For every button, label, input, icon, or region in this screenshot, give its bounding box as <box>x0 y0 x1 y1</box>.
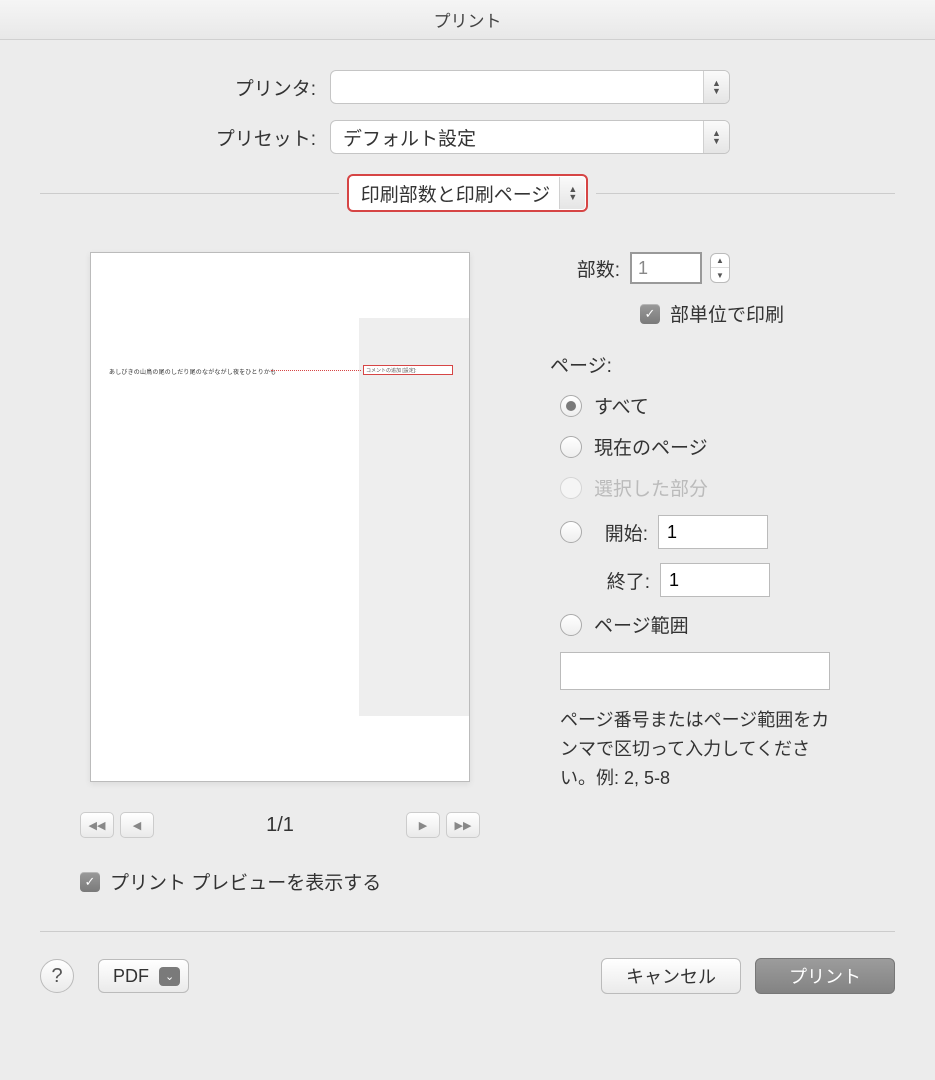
preset-value: デフォルト設定 <box>343 124 476 151</box>
radio-current-page[interactable] <box>560 436 582 458</box>
help-icon: ? <box>51 965 62 988</box>
prev-page-button[interactable]: ◀ <box>120 812 154 838</box>
preview-comment-connector <box>271 370 361 371</box>
cancel-button[interactable]: キャンセル <box>601 958 741 994</box>
page-range-hint: ページ番号またはページ範囲をカンマで区切って入力してください。例: 2, 5-8 <box>550 706 840 792</box>
next-page-button[interactable]: ▶ <box>406 812 440 838</box>
divider <box>40 931 895 932</box>
divider <box>40 193 339 194</box>
chevron-updown-icon: ▲▼ <box>703 121 729 153</box>
pdf-menu-button[interactable]: PDF ⌄ <box>98 959 189 993</box>
radio-all-label: すべて <box>594 392 649 419</box>
divider <box>596 193 895 194</box>
stepper-down-icon: ▼ <box>711 268 729 282</box>
radio-from-to[interactable] <box>560 521 582 543</box>
start-label: 開始: <box>592 519 648 546</box>
end-page-input[interactable] <box>660 563 770 597</box>
preset-label: プリセット: <box>40 124 330 151</box>
chevron-updown-icon: ▲▼ <box>703 71 729 103</box>
copies-label: 部数: <box>550 255 630 282</box>
radio-all-pages[interactable] <box>560 395 582 417</box>
copies-input[interactable] <box>630 252 702 284</box>
printer-select[interactable]: ▲▼ <box>330 70 730 104</box>
left-icon: ◀ <box>133 819 141 832</box>
check-icon: ✓ <box>85 874 96 890</box>
radio-page-range-label: ページ範囲 <box>594 611 689 638</box>
collate-checkbox[interactable]: ✓ <box>640 304 660 324</box>
pane-value: 印刷部数と印刷ページ <box>361 180 551 207</box>
chevron-updown-icon: ▲▼ <box>559 177 585 209</box>
start-page-input[interactable] <box>658 515 768 549</box>
preset-select[interactable]: デフォルト設定 ▲▼ <box>330 120 730 154</box>
last-page-button[interactable]: ▶▶ <box>446 812 480 838</box>
stepper-up-icon: ▲ <box>711 254 729 268</box>
help-button[interactable]: ? <box>40 959 74 993</box>
preview-comment-box: コメントの追加 [設定]: <box>363 365 453 375</box>
first-page-button[interactable]: ◀◀ <box>80 812 114 838</box>
print-preview-page: あしびきの山鳥の尾のしだり尾のながながし夜をひとりかも コメントの追加 [設定]… <box>90 252 470 782</box>
double-right-icon: ▶▶ <box>455 819 472 832</box>
radio-page-range[interactable] <box>560 614 582 636</box>
check-icon: ✓ <box>645 306 656 322</box>
right-icon: ▶ <box>419 819 427 832</box>
radio-selection-label: 選択した部分 <box>594 474 708 501</box>
page-indicator: 1/1 <box>266 814 294 837</box>
copies-stepper[interactable]: ▲ ▼ <box>710 253 730 283</box>
radio-selection <box>560 477 582 499</box>
settings-pane-select[interactable]: 印刷部数と印刷ページ ▲▼ <box>347 174 589 212</box>
print-label: プリント <box>789 963 861 989</box>
preview-body-text: あしびきの山鳥の尾のしだり尾のながながし夜をひとりかも <box>109 367 276 376</box>
end-label: 終了: <box>594 567 650 594</box>
radio-current-label: 現在のページ <box>594 433 708 460</box>
collate-label: 部単位で印刷 <box>670 300 784 327</box>
show-preview-checkbox[interactable]: ✓ <box>80 872 100 892</box>
chevron-down-icon: ⌄ <box>159 967 180 986</box>
double-left-icon: ◀◀ <box>89 819 106 832</box>
print-button[interactable]: プリント <box>755 958 895 994</box>
show-preview-label: プリント プレビューを表示する <box>110 868 381 895</box>
pages-heading: ページ: <box>550 351 895 378</box>
cancel-label: キャンセル <box>626 963 716 989</box>
page-range-input[interactable] <box>560 652 830 690</box>
dialog-title: プリント <box>0 0 935 40</box>
preview-margin-area <box>359 318 469 716</box>
pdf-label: PDF <box>113 966 149 987</box>
printer-label: プリンタ: <box>40 74 330 101</box>
